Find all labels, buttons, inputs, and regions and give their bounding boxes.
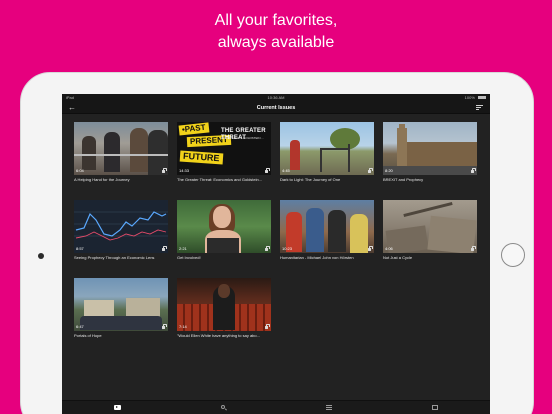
video-title: BREXIT and Prophecy — [383, 177, 424, 182]
video-tile[interactable]: 4:45 Dark to Light: The Journey of One — [280, 122, 374, 182]
duration-label: 14:33 — [179, 168, 190, 173]
video-title: The Greater Threat: Economics and Goldst… — [177, 177, 263, 182]
lock-icon — [162, 246, 167, 251]
lock-icon — [162, 324, 167, 329]
duration-label: 4:45 — [282, 168, 290, 173]
lock-icon — [162, 168, 167, 173]
search-icon — [221, 405, 225, 409]
tab-videos[interactable] — [112, 404, 122, 412]
duration-label: 6:47 — [76, 324, 84, 329]
video-thumbnail[interactable]: 4:45 — [280, 122, 374, 175]
video-thumbnail[interactable]: 7:14 — [177, 278, 271, 331]
video-tile[interactable]: 6:04 A Helping Hand for the Journey — [74, 122, 168, 182]
video-tile[interactable]: •PAST PRESENT FUTURE THE GREATER THREAT … — [177, 122, 271, 182]
tab-search[interactable] — [218, 404, 228, 412]
video-tile[interactable]: 10:23 Humanitarian - Michael John von Hö… — [280, 200, 374, 260]
video-thumbnail[interactable]: 10:23 — [280, 200, 374, 253]
video-thumbnail[interactable]: 6:04 — [74, 122, 168, 175]
thumb-text-future: FUTURE — [179, 150, 223, 165]
duration-label: 6:04 — [76, 168, 84, 173]
video-title: Seeing Prophecy Through an Economic Lens — [74, 255, 155, 260]
duration-label: 8:20 — [385, 168, 393, 173]
video-tile[interactable]: 7:14 "Would Ellen White have anything to… — [177, 278, 271, 338]
book-icon — [432, 405, 438, 410]
home-button[interactable] — [501, 243, 525, 267]
lock-icon — [265, 168, 270, 173]
sort-icon[interactable] — [476, 105, 483, 111]
duration-label: 4:06 — [385, 246, 393, 251]
duration-label: 7:14 — [179, 324, 187, 329]
tab-bar — [62, 400, 490, 414]
lock-icon — [368, 168, 373, 173]
video-thumbnail[interactable]: 8:20 — [383, 122, 477, 175]
thumb-text-past: •PAST — [178, 122, 209, 136]
camera-icon — [38, 253, 44, 259]
clock: 10:36 AM — [267, 95, 285, 100]
tab-library[interactable] — [430, 404, 440, 412]
app-screen: iPad 10:36 AM 100% ← Current Issues 6:04… — [62, 94, 490, 414]
video-thumbnail[interactable]: 4:06 — [383, 200, 477, 253]
video-thumbnail[interactable]: •PAST PRESENT FUTURE THE GREATER THREAT … — [177, 122, 271, 175]
battery-icon — [478, 96, 486, 100]
video-title: Dark to Light: The Journey of One — [280, 177, 341, 182]
video-title: Portals of Hope — [74, 333, 102, 338]
video-tile[interactable]: 8:20 BREXIT and Prophecy — [383, 122, 477, 182]
headline-line-2: always available — [217, 34, 335, 51]
page-title: Current Issues — [256, 105, 296, 111]
video-thumbnail[interactable]: 8:57 — [74, 200, 168, 253]
marketing-headline: All your favorites, always available — [0, 10, 552, 54]
tab-list[interactable] — [324, 404, 334, 412]
video-title: Not Just a Cycle — [383, 255, 413, 260]
lock-icon — [265, 246, 270, 251]
video-tile[interactable]: 6:47 Portals of Hope — [74, 278, 168, 338]
video-title: Get Involved! — [177, 255, 201, 260]
lock-icon — [265, 324, 270, 329]
battery-indicator: 100% — [465, 94, 486, 102]
video-title: "Would Ellen White have anything to say … — [177, 333, 260, 338]
lock-icon — [471, 168, 476, 173]
thumb-text-sub: ECONOMICS & GOLDSTEIN ... — [221, 136, 264, 140]
lock-icon — [471, 246, 476, 251]
battery-percent: 100% — [464, 95, 475, 100]
video-icon — [113, 405, 121, 410]
duration-label: 2:21 — [179, 246, 187, 251]
nav-bar: ← Current Issues — [62, 102, 490, 114]
video-title: Humanitarian - Michael John von Hörsten — [280, 255, 354, 260]
video-tile[interactable]: 4:06 Not Just a Cycle — [383, 200, 477, 260]
video-thumbnail[interactable]: 2:21 — [177, 200, 271, 253]
list-icon — [326, 405, 332, 410]
video-title: A Helping Hand for the Journey — [74, 177, 130, 182]
video-tile[interactable]: 2:21 Get Involved! — [177, 200, 271, 260]
lock-icon — [368, 246, 373, 251]
headline-line-1: All your favorites, — [214, 12, 338, 29]
status-bar: iPad 10:36 AM 100% — [62, 94, 490, 102]
duration-label: 10:23 — [282, 246, 293, 251]
video-tile[interactable]: 8:57 Seeing Prophecy Through an Economic… — [74, 200, 168, 260]
duration-label: 8:57 — [76, 246, 84, 251]
video-thumbnail[interactable]: 6:47 — [74, 278, 168, 331]
